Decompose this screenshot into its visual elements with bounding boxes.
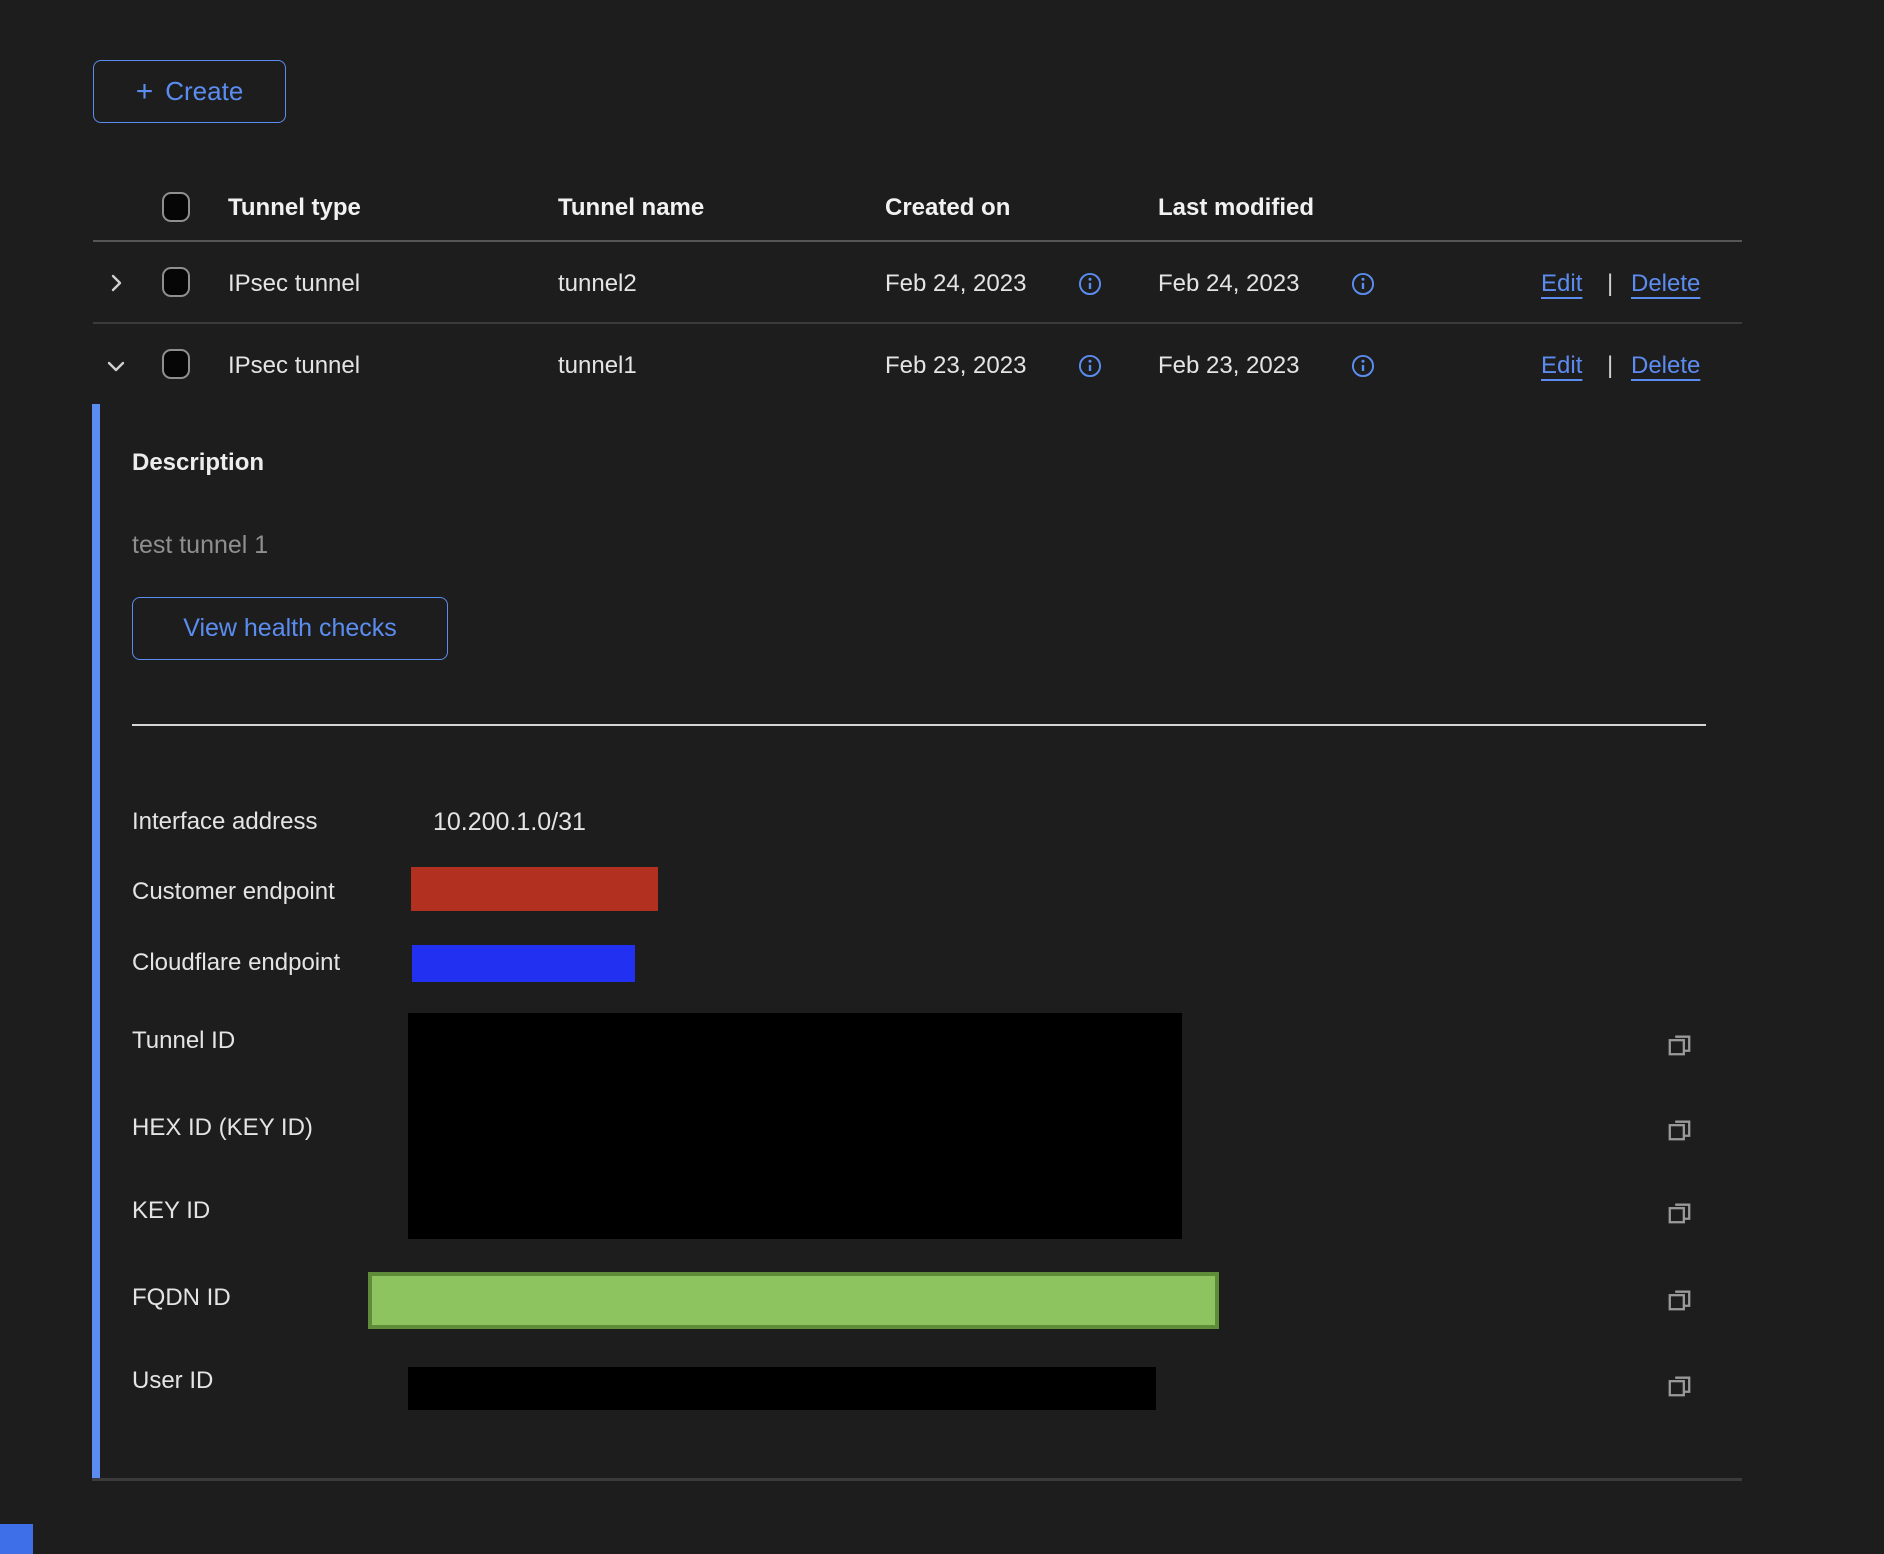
header-divider: [93, 240, 1742, 242]
info-icon[interactable]: [1077, 271, 1103, 297]
section-divider: [132, 724, 1706, 726]
delete-link[interactable]: Delete: [1631, 351, 1700, 381]
plus-icon: +: [136, 77, 154, 107]
column-header-tunnel-name: Tunnel name: [558, 193, 704, 223]
tunnel-type-cell: IPsec tunnel: [228, 351, 360, 381]
row-divider: [93, 322, 1742, 324]
created-on-cell: Feb 24, 2023: [885, 269, 1026, 299]
hex-id-label: HEX ID (KEY ID): [132, 1113, 313, 1143]
row-checkbox[interactable]: [162, 349, 190, 379]
user-id-redaction: [408, 1367, 1156, 1410]
info-icon[interactable]: [1077, 353, 1103, 379]
action-separator: |: [1607, 269, 1613, 299]
view-health-checks-label: View health checks: [183, 614, 397, 643]
user-id-label: User ID: [132, 1366, 213, 1396]
description-label: Description: [132, 448, 264, 478]
cloudflare-endpoint-redaction: [412, 945, 635, 982]
action-separator: |: [1607, 351, 1613, 381]
interface-address-label: Interface address: [132, 807, 317, 837]
ipsec-tunnels-page: + Create Tunnel type Tunnel name Created…: [0, 0, 1884, 1554]
customer-endpoint-redaction: [411, 867, 658, 911]
fqdn-id-redaction: [368, 1272, 1219, 1329]
delete-link[interactable]: Delete: [1631, 269, 1700, 299]
last-modified-cell: Feb 24, 2023: [1158, 269, 1299, 299]
copy-user-id-icon[interactable]: [1666, 1371, 1694, 1399]
bottom-left-accent: [0, 1524, 33, 1554]
info-icon[interactable]: [1350, 353, 1376, 379]
view-health-checks-button[interactable]: View health checks: [132, 597, 448, 660]
cloudflare-endpoint-label: Cloudflare endpoint: [132, 948, 340, 978]
tunnel-name-cell: tunnel1: [558, 351, 637, 381]
tunnel-type-cell: IPsec tunnel: [228, 269, 360, 299]
edit-link[interactable]: Edit: [1541, 269, 1582, 299]
interface-address-value: 10.200.1.0/31: [433, 807, 586, 837]
copy-tunnel-id-icon[interactable]: [1666, 1030, 1694, 1058]
row-checkbox[interactable]: [162, 267, 190, 297]
select-all-checkbox[interactable]: [162, 192, 190, 222]
create-button-label: Create: [165, 76, 243, 107]
tunnel-id-label: Tunnel ID: [132, 1026, 235, 1056]
last-modified-cell: Feb 23, 2023: [1158, 351, 1299, 381]
ids-redaction-block: [408, 1013, 1182, 1239]
column-header-created-on: Created on: [885, 193, 1010, 223]
column-header-tunnel-type: Tunnel type: [228, 193, 361, 223]
expanded-row-accent-bar: [92, 404, 100, 1478]
fqdn-id-label: FQDN ID: [132, 1283, 231, 1313]
customer-endpoint-label: Customer endpoint: [132, 877, 335, 907]
copy-hex-id-icon[interactable]: [1666, 1115, 1694, 1143]
info-icon[interactable]: [1350, 271, 1376, 297]
expanded-row-bottom-divider: [92, 1478, 1742, 1481]
tunnel-name-cell: tunnel2: [558, 269, 637, 299]
copy-key-id-icon[interactable]: [1666, 1198, 1694, 1226]
column-header-last-modified: Last modified: [1158, 193, 1314, 223]
chevron-down-icon[interactable]: [104, 354, 128, 378]
edit-link[interactable]: Edit: [1541, 351, 1582, 381]
chevron-right-icon[interactable]: [104, 271, 128, 295]
description-text: test tunnel 1: [132, 530, 268, 560]
create-button[interactable]: + Create: [93, 60, 286, 123]
created-on-cell: Feb 23, 2023: [885, 351, 1026, 381]
key-id-label: KEY ID: [132, 1196, 210, 1226]
copy-fqdn-id-icon[interactable]: [1666, 1285, 1694, 1313]
